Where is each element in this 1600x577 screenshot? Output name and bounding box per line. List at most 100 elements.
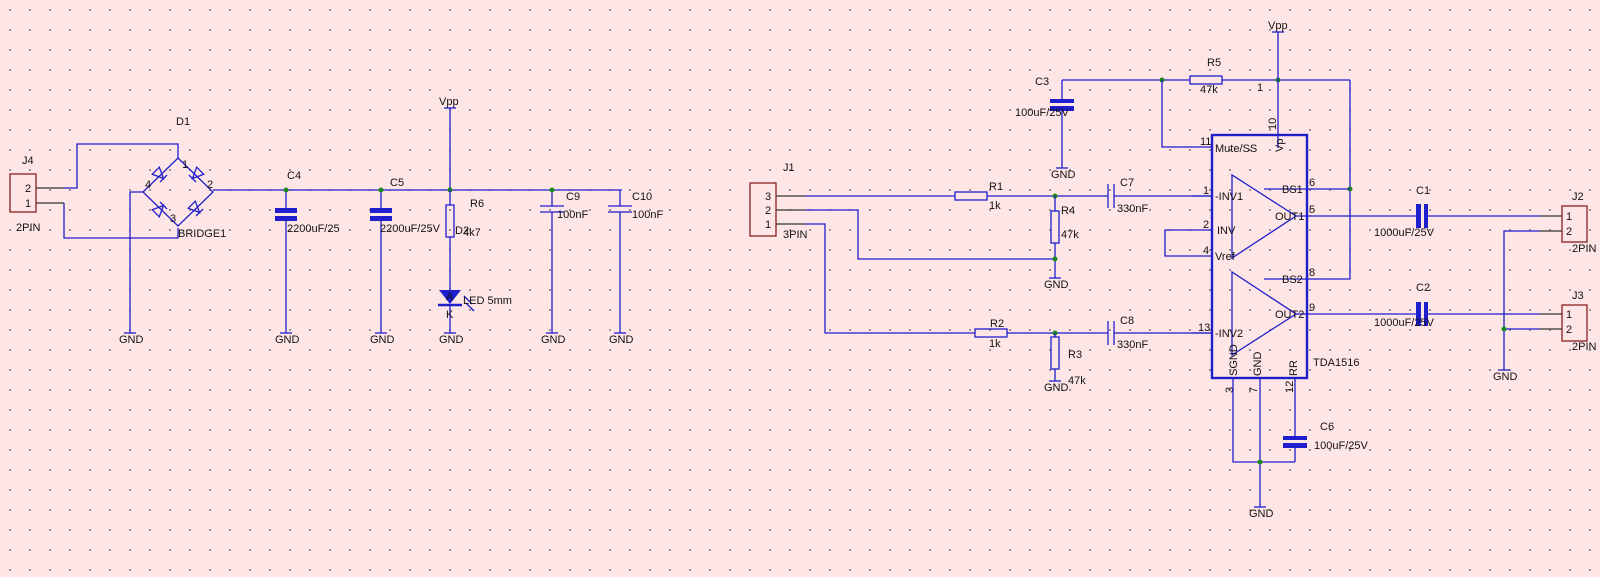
gnd-label: GND [439,334,464,346]
gnd-label: GND [1044,279,1069,291]
c1-ref: C1 [1416,185,1430,197]
j1-ref: J1 [783,162,795,174]
tda-pin8: 8 [1309,267,1315,279]
c2-value: 1000uF/25V [1374,317,1435,329]
gnd-label: GND [1044,382,1069,394]
j1-pin3: 3 [765,191,771,203]
r6-ref: R6 [470,198,484,210]
tda-ref-label: TDA1516 [1313,357,1359,369]
r4-value: 47k [1061,229,1079,241]
junction-speaker-gnd [1501,326,1507,332]
tda-pin7: 7 [1248,387,1260,393]
c2-ref: C2 [1416,282,1430,294]
tda-rr-label: RR [1288,360,1300,376]
r4-ref: R4 [1061,205,1075,217]
c8-ref: C8 [1120,315,1134,327]
gnd-label: GND [541,334,566,346]
d2-ref: D2 [455,225,469,237]
d1-ref: D1 [176,116,190,128]
c7-value: 330nF [1117,203,1148,215]
j3-ref: J3 [1572,290,1584,302]
tda-pin10: 10 [1267,118,1279,130]
c4-ref: C4 [287,170,301,182]
tda-mute-label: Mute/SS [1215,143,1257,155]
r5-value: 47k [1200,84,1218,96]
tda-pin2: 2 [1203,219,1209,231]
j2-pin2: 2 [1566,226,1572,238]
r5-pin: 1 [1257,82,1263,94]
tda-pin4: 4 [1203,245,1209,257]
j2-pin1: 1 [1566,211,1572,223]
gnd-label: GND [275,334,300,346]
r2-value: 1k [989,338,1001,350]
j4-pin2: 2 [25,183,31,195]
tda-pin5: 5 [1309,204,1315,216]
tda-pin11: 11 [1200,136,1211,148]
c10-ref: C10 [632,191,652,203]
tda-pin3: 3 [1224,387,1236,393]
r1-ref: R1 [989,181,1003,193]
d2-anode: A [446,291,454,303]
gnd-label: GND [1249,508,1274,520]
tda-bs1-label: BS1 [1282,184,1303,196]
tda-inv2-label: -INV2 [1215,328,1243,340]
schematic-canvas[interactable]: J4 2 1 2PIN D1 1 2 4 3 BRIDGE1 C4 2200uF… [0,0,1600,577]
tda-inv-label: INV [1217,225,1236,237]
junction-c4 [283,187,289,193]
r3-ref: R3 [1068,349,1082,361]
c3-ref: C3 [1035,76,1049,88]
j4-ref: J4 [22,155,34,167]
d1-pin2: 2 [207,179,213,191]
tda-pin1: 1 [1203,185,1209,197]
d1-pin1: 1 [182,159,188,171]
d1-pin4: 4 [145,179,151,191]
junction-c9 [549,187,555,193]
j2-ref: J2 [1572,191,1584,203]
c4-value: 2200uF/25 [287,223,340,235]
j4-pin1: 1 [25,198,31,210]
c6-value: 100uF/25V [1314,440,1368,452]
c7-ref: C7 [1120,177,1134,189]
junction-c5 [378,187,384,193]
j1-pin2: 2 [765,205,771,217]
tda-pin12: 12 [1284,381,1296,393]
c9-value: 100nF [557,209,588,221]
d1-pin3: 3 [170,213,176,225]
tda-out2-label: OUT2 [1275,309,1304,321]
j1-type: 3PIN [783,229,808,241]
c5-value: 2200uF/25V [380,223,441,235]
tda-vref-label: Vref [1215,251,1236,263]
tda-out1-label: OUT1 [1275,211,1304,223]
r1-value: 1k [989,200,1001,212]
gnd-label: GND [370,334,395,346]
d2-value: LED 5mm [463,295,512,307]
c8-value: 330nF [1117,339,1148,351]
junction-gnd-bottom [1257,459,1263,465]
tda-pin9: 9 [1309,302,1315,314]
j3-type: 2PIN [1572,341,1597,353]
d2-cathode: K [446,309,454,321]
gnd-label: GND [119,334,144,346]
r3-value: 47k [1068,375,1086,387]
r5-ref: R5 [1207,57,1221,69]
tda-gnd-label: GND [1252,352,1264,377]
c3-value: 100uF/25V [1015,107,1069,119]
gnd-label: GND [609,334,634,346]
c10-value: 100nF [632,209,663,221]
j1-pin1: 1 [765,219,771,231]
r2-ref: R2 [990,318,1004,330]
c1-value: 1000uF/25V [1374,227,1435,239]
j2-type: 2PIN [1572,243,1597,255]
j4-type: 2PIN [16,222,41,234]
tda-inv1-label: -INV1 [1215,191,1243,203]
tda-vp-label: Vp [1274,139,1286,152]
c5-ref: C5 [390,177,404,189]
c9-ref: C9 [566,191,580,203]
tda-pin6: 6 [1309,177,1315,189]
tda-pin13: 13 [1198,322,1210,334]
j3-pin2: 2 [1566,324,1572,336]
grid-dots [0,0,1600,577]
gnd-label: GND [1493,371,1518,383]
tda-sgnd-label: SGND [1228,344,1240,376]
j3-pin1: 1 [1566,309,1572,321]
